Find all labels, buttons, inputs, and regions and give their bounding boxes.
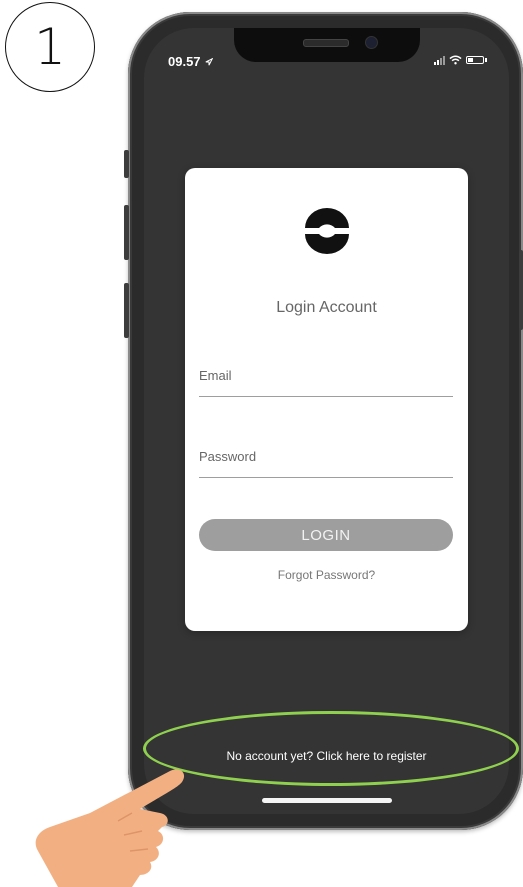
home-indicator[interactable] <box>262 798 392 803</box>
power-button <box>519 250 523 330</box>
battery-tip <box>485 58 487 62</box>
highlight-ellipse <box>143 711 519 786</box>
volume-down-button <box>124 283 129 338</box>
volume-up-button <box>124 205 129 260</box>
brand-logo-icon <box>305 208 349 254</box>
status-bar-icons <box>434 55 487 65</box>
login-button[interactable]: LOGIN <box>199 519 453 551</box>
pointing-hand-icon <box>35 769 185 887</box>
login-card: Login Account Email Password LOGIN Forgo… <box>185 168 468 631</box>
earpiece-speaker <box>303 39 349 47</box>
battery-icon <box>466 56 484 64</box>
cellular-signal-icon <box>434 55 445 65</box>
status-bar-time: 09.57 <box>168 54 214 69</box>
email-field[interactable]: Email <box>199 359 457 398</box>
wifi-icon <box>449 55 462 65</box>
location-arrow-icon <box>205 57 214 66</box>
notch <box>234 28 420 62</box>
step-number-badge: 1 <box>5 2 95 92</box>
login-title: Login Account <box>276 299 377 316</box>
phone-screen: 09.57 Login Account Email Password LOGIN… <box>144 28 509 814</box>
password-field[interactable]: Password <box>199 440 457 479</box>
forgot-password-link[interactable]: Forgot Password? <box>185 568 468 582</box>
mute-switch <box>124 150 129 178</box>
email-input[interactable] <box>199 359 457 398</box>
front-camera <box>365 36 378 49</box>
password-input[interactable] <box>199 440 457 479</box>
